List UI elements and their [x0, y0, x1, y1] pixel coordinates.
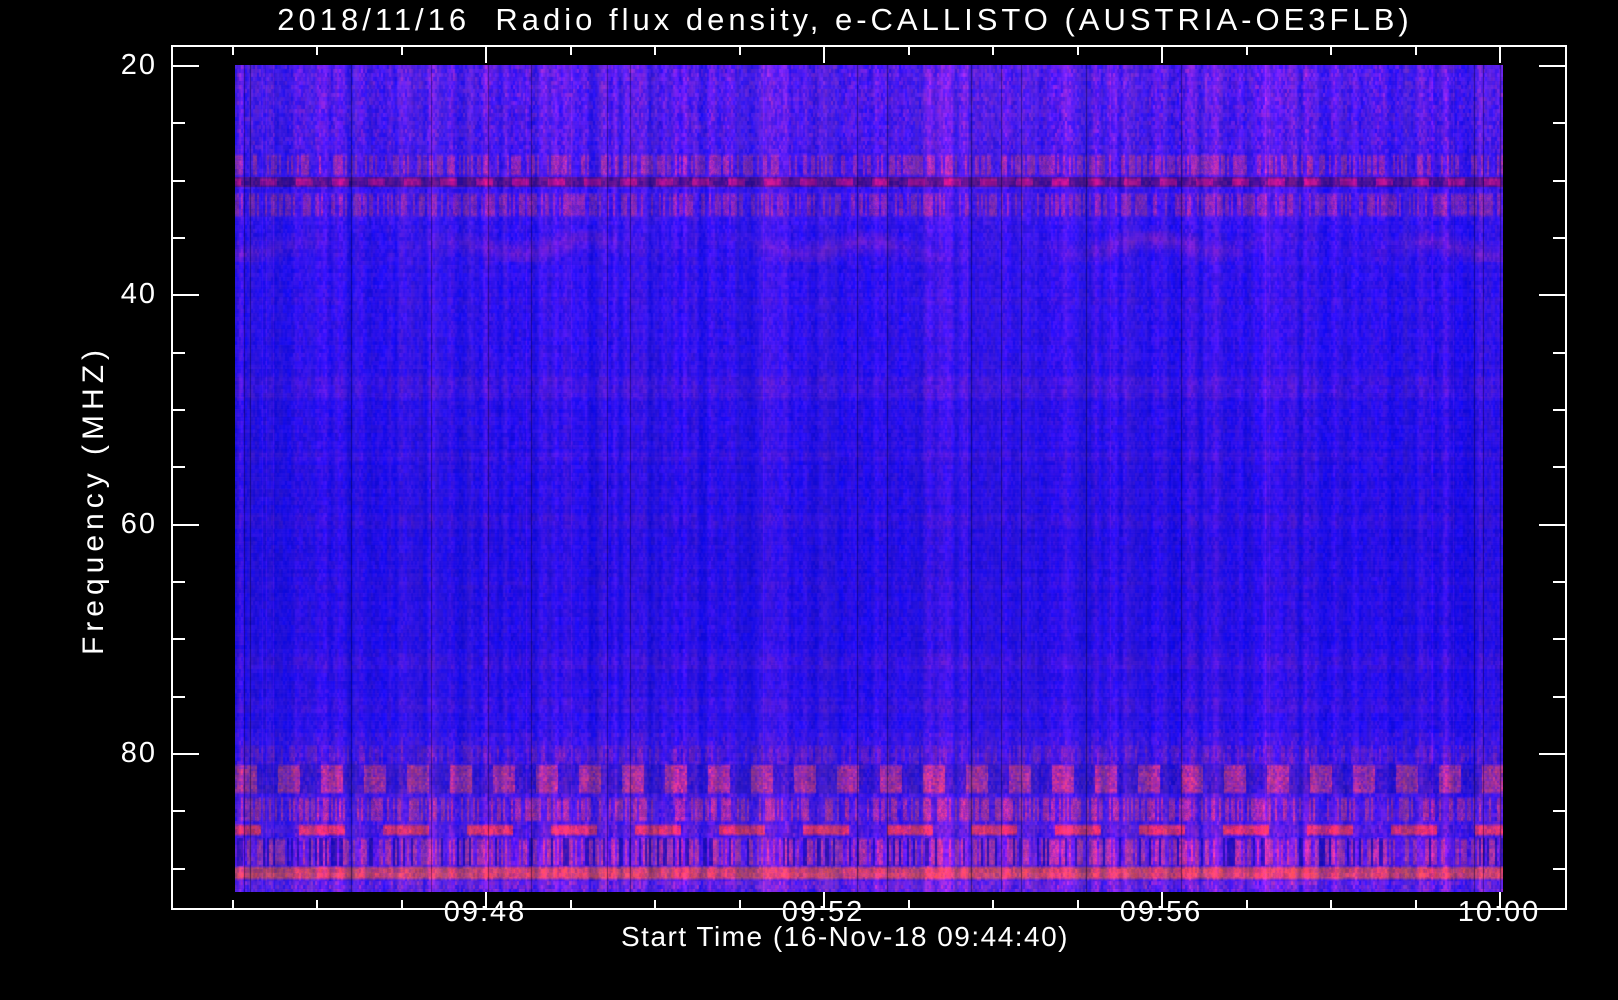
axis-tick — [823, 47, 825, 63]
axis-tick — [1553, 466, 1565, 468]
axis-tick — [1539, 294, 1565, 296]
x-axis-label: Start Time (16-Nov-18 09:44:40) — [621, 921, 1069, 953]
axis-tick — [173, 65, 199, 67]
axis-tick — [1415, 900, 1417, 908]
axis-tick — [1077, 47, 1079, 55]
axis-tick — [1539, 753, 1565, 755]
axis-tick — [992, 900, 994, 908]
axis-tick — [173, 696, 185, 698]
axis-tick — [992, 47, 994, 55]
axis-tick — [1553, 122, 1565, 124]
axis-tick — [1553, 810, 1565, 812]
axis-tick — [173, 638, 185, 640]
axis-tick — [1553, 352, 1565, 354]
axis-tick — [570, 900, 572, 908]
axis-tick — [173, 237, 185, 239]
axis-tick — [908, 900, 910, 908]
x-tick-label: 09:48 — [444, 896, 527, 929]
axis-tick — [485, 47, 487, 63]
axis-tick — [908, 47, 910, 55]
axis-tick — [739, 47, 741, 55]
plot-border — [171, 45, 1567, 910]
y-tick-label: 40 — [0, 278, 157, 311]
axis-tick — [1553, 581, 1565, 583]
axis-tick — [1539, 524, 1565, 526]
axis-tick — [232, 900, 234, 908]
axis-tick — [654, 900, 656, 908]
axis-tick — [173, 352, 185, 354]
axis-tick — [1246, 47, 1248, 55]
axis-tick — [173, 581, 185, 583]
axis-tick — [1246, 900, 1248, 908]
axis-tick — [570, 47, 572, 55]
x-tick-label: 10:00 — [1458, 896, 1541, 929]
axis-tick — [173, 122, 185, 124]
axis-tick — [1553, 409, 1565, 411]
axis-tick — [1330, 900, 1332, 908]
axis-tick — [1553, 180, 1565, 182]
axis-tick — [1161, 47, 1163, 63]
axis-tick — [1499, 47, 1501, 63]
axis-tick — [173, 466, 185, 468]
axis-tick — [401, 900, 403, 908]
y-axis-label: Frequency (MHZ) — [77, 345, 111, 655]
axis-tick — [173, 524, 199, 526]
axis-tick — [1330, 47, 1332, 55]
axis-tick — [1077, 900, 1079, 908]
axis-tick — [173, 753, 199, 755]
axis-tick — [1553, 868, 1565, 870]
x-tick-label: 09:56 — [1120, 896, 1203, 929]
axis-tick — [1415, 47, 1417, 55]
axis-tick — [173, 180, 185, 182]
y-tick-label: 60 — [0, 508, 157, 541]
axis-tick — [401, 47, 403, 55]
chart-title: 2018/11/16 Radio flux density, e-CALLIST… — [277, 2, 1412, 38]
axis-tick — [316, 47, 318, 55]
y-tick-label: 20 — [0, 49, 157, 82]
axis-tick — [739, 900, 741, 908]
y-tick-label: 80 — [0, 737, 157, 770]
axis-tick — [1539, 65, 1565, 67]
axis-tick — [173, 868, 185, 870]
axis-tick — [316, 900, 318, 908]
axis-tick — [232, 47, 234, 55]
axis-tick — [173, 294, 199, 296]
axis-tick — [1553, 237, 1565, 239]
axis-tick — [654, 47, 656, 55]
callisto-spectrogram-figure: 2018/11/16 Radio flux density, e-CALLIST… — [0, 0, 1618, 1000]
axis-tick — [173, 409, 185, 411]
axis-tick — [1553, 638, 1565, 640]
axis-tick — [1553, 696, 1565, 698]
axis-tick — [173, 810, 185, 812]
